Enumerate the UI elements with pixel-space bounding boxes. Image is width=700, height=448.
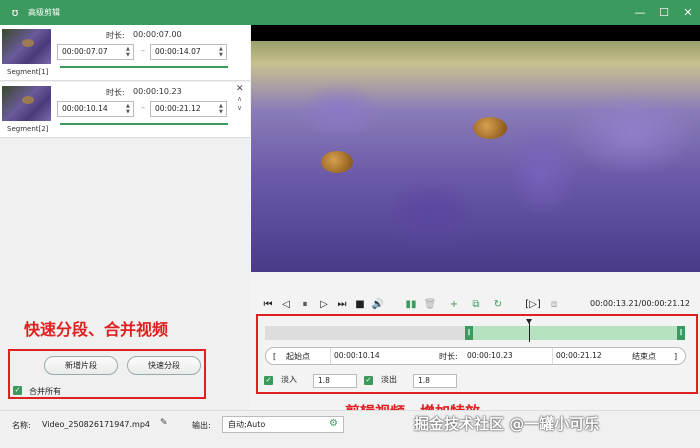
move-up-icon[interactable]: ∧	[237, 95, 242, 103]
step-forward-icon[interactable]: ▷	[317, 294, 331, 314]
copy-icon[interactable]: ⧉	[469, 294, 483, 314]
end-bracket: ]	[674, 351, 678, 361]
segment-end-input[interactable]: 00:00:14.07 ▲ ▼	[150, 44, 227, 60]
add-icon[interactable]: +	[447, 294, 461, 314]
name-label: 名称:	[12, 421, 31, 430]
range-separator: –	[141, 103, 145, 112]
segment-end-input[interactable]: 00:00:21.12 ▲ ▼	[150, 101, 227, 117]
crop-icon[interactable]: [▷]	[525, 294, 541, 314]
segment-thumbnail	[2, 29, 51, 64]
segment-thumbnail	[2, 86, 51, 121]
segment-start-input[interactable]: 00:00:07.07 ▲ ▼	[57, 44, 134, 60]
range-duration-label: 时长:	[439, 351, 458, 361]
fade-in-label: 淡入	[281, 375, 297, 384]
timeline-selection[interactable]	[465, 326, 685, 340]
skip-start-icon[interactable]: ⏮	[261, 294, 275, 314]
timeline-left-handle[interactable]: ‖	[465, 326, 473, 340]
move-down-icon[interactable]: ∨	[237, 104, 242, 112]
fade-out-checkbox[interactable]: ✓	[364, 376, 373, 385]
set-end-button[interactable]: 结束点	[632, 347, 656, 365]
output-label: 输出:	[192, 421, 211, 430]
segment-label: Segment[1]	[7, 68, 49, 76]
title-bar: ʊ 高级剪辑 — ☐ ✕	[0, 0, 700, 25]
merge-all-label: 合并所有	[29, 387, 61, 396]
segment-start-input[interactable]: 00:00:10.14 ▲ ▼	[57, 101, 134, 117]
range-separator: –	[141, 46, 145, 55]
start-bracket: [	[273, 351, 277, 361]
duration-label: 时长:	[106, 88, 125, 97]
split-icon[interactable]: ▮▮	[403, 294, 419, 314]
app-logo-icon: ʊ	[11, 6, 19, 19]
delete-icon[interactable]: 🗑	[423, 294, 437, 314]
gear-icon[interactable]: ⚙	[329, 418, 338, 429]
volume-icon[interactable]: 🔊	[371, 294, 385, 314]
output-select[interactable]: 自动;Auto	[222, 416, 344, 433]
fade-in-input[interactable]: 1.8	[313, 374, 357, 388]
fullscreen-icon[interactable]: ⧈	[547, 294, 561, 314]
edit-pencil-icon[interactable]: ✎	[160, 418, 168, 428]
segment-delete-icon[interactable]: ✕	[236, 84, 244, 94]
bee-figure	[321, 151, 353, 173]
video-preview	[251, 25, 700, 272]
time-readout: 00:00:13.21/00:00:21.12	[590, 299, 690, 308]
bee-figure	[473, 117, 507, 139]
segment-label: Segment[2]	[7, 125, 49, 133]
playhead-marker[interactable]	[526, 319, 532, 324]
duration-value: 00:00:07.00	[133, 30, 182, 39]
fade-out-input[interactable]: 1.8	[413, 374, 457, 388]
timeline-right-handle[interactable]: ‖	[677, 326, 685, 340]
merge-all-checkbox[interactable]: ✓	[13, 386, 22, 395]
segment-item[interactable]: Segment[1] 时长: 00:00:07.00 00:00:07.07 ▲…	[0, 25, 250, 81]
rotate-icon[interactable]: ↻	[491, 294, 505, 314]
file-name-value: Video_250826171947.mp4	[42, 420, 150, 429]
start-time-input[interactable]: 00:00:10.14	[330, 348, 398, 364]
spin-arrows-icon[interactable]: ▲ ▼	[219, 46, 225, 58]
duration-value: 00:00:10.23	[133, 87, 182, 96]
video-frame	[251, 41, 700, 272]
segment-progress	[60, 66, 228, 68]
pause-icon[interactable]: ⏸	[297, 294, 313, 314]
maximize-button[interactable]: ☐	[652, 0, 676, 25]
skip-end-icon[interactable]: ⏭	[335, 294, 349, 314]
annotation-left: 快速分段、合并视频	[24, 320, 169, 339]
window-title: 高级剪辑	[28, 8, 60, 17]
add-segment-button[interactable]: 新增片段	[44, 356, 118, 375]
segment-item[interactable]: Segment[2] 时长: 00:00:10.23 00:00:10.14 ▲…	[0, 82, 250, 138]
spin-arrows-icon[interactable]: ▲ ▼	[126, 103, 132, 115]
duration-label: 时长:	[106, 31, 125, 40]
step-back-icon[interactable]: ◁	[279, 294, 293, 314]
close-button[interactable]: ✕	[676, 0, 700, 25]
spin-arrows-icon[interactable]: ▲ ▼	[126, 46, 132, 58]
range-duration-value: 00:00:10.23	[464, 348, 550, 364]
end-time-input[interactable]: 00:00:21.12	[552, 348, 620, 364]
minimize-button[interactable]: —	[628, 0, 652, 25]
watermark: 掘金技术社区 @一罐小可乐	[414, 415, 600, 433]
set-start-button[interactable]: 起始点	[286, 347, 310, 365]
spin-arrows-icon[interactable]: ▲ ▼	[219, 103, 225, 115]
fade-out-label: 淡出	[381, 375, 397, 384]
stop-icon[interactable]: ■	[353, 294, 367, 314]
segment-progress	[60, 123, 228, 125]
fade-in-checkbox[interactable]: ✓	[264, 376, 273, 385]
quick-split-button[interactable]: 快速分段	[127, 356, 201, 375]
